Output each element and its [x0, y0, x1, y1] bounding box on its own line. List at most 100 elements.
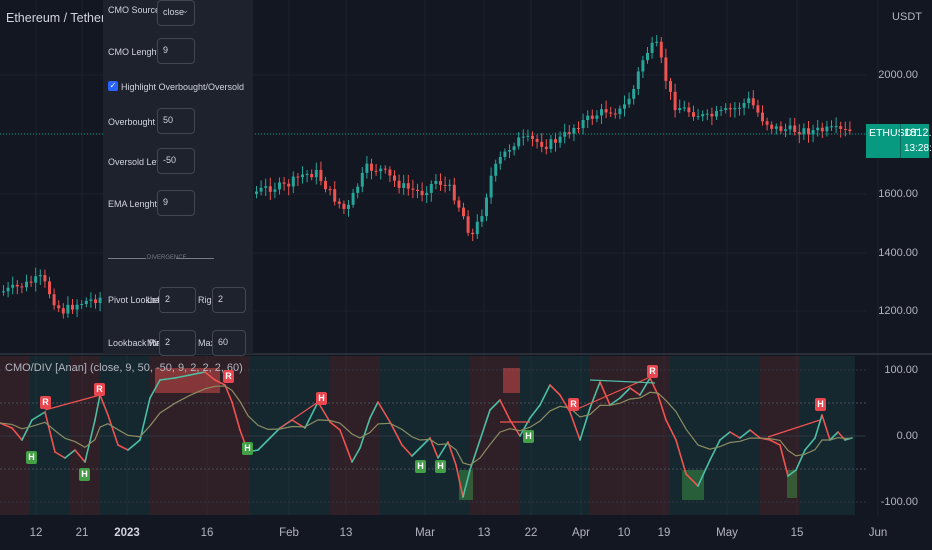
- hidden-bullish-label: H: [523, 430, 534, 443]
- candle-body: [770, 124, 774, 129]
- candle-body: [646, 52, 649, 61]
- candle-body: [678, 108, 682, 111]
- oversold-input[interactable]: -50: [157, 148, 195, 174]
- hidden-bullish-label: H: [435, 460, 446, 473]
- candle-body: [333, 189, 337, 202]
- ema-length-input[interactable]: 9: [157, 190, 195, 216]
- candle-body: [747, 98, 751, 104]
- candle-body: [834, 126, 838, 128]
- candle-body: [71, 304, 74, 310]
- time-axis-label: 15: [790, 527, 804, 539]
- cmo-source-select[interactable]: close ⌄: [157, 0, 195, 26]
- candle-body: [52, 294, 56, 306]
- candle-body: [655, 41, 659, 43]
- candle-body: [784, 129, 787, 131]
- candle-body: [370, 163, 373, 171]
- candle-body: [25, 281, 28, 288]
- time-axis-label: Mar: [415, 527, 435, 539]
- candle-body: [498, 156, 502, 164]
- candle-body: [296, 176, 300, 178]
- candle-body: [577, 128, 580, 130]
- candle-body: [268, 186, 272, 192]
- time-axis-label: 22: [524, 527, 538, 539]
- candle-body: [57, 305, 61, 309]
- bearish-divergence-label: R: [568, 398, 579, 411]
- candle-body: [443, 184, 447, 186]
- candle-body: [788, 125, 792, 130]
- candle-body: [669, 80, 672, 92]
- highlight-checkbox[interactable]: ✓: [108, 81, 118, 91]
- time-axis-label: 13: [477, 527, 491, 539]
- candle-body: [365, 163, 369, 173]
- candle-body: [475, 221, 479, 235]
- pivot-left-input[interactable]: 2: [159, 287, 196, 313]
- osc-axis-tick: -100.00: [880, 496, 918, 508]
- price-tag-countdown: 13:28:55: [904, 143, 932, 154]
- candle-body: [374, 170, 378, 172]
- candle-body: [328, 189, 332, 191]
- candle-body: [379, 168, 383, 172]
- time-axis-label: Feb: [279, 527, 299, 539]
- range-min-input[interactable]: 2: [159, 330, 196, 356]
- candle-body: [397, 180, 401, 188]
- candle-body: [6, 287, 10, 292]
- candle-body: [471, 232, 475, 235]
- overbought-input[interactable]: 50: [157, 108, 195, 134]
- osc-axis-tick: 0.00: [896, 430, 918, 442]
- candle-body: [503, 151, 507, 157]
- cmo-length-input[interactable]: 9: [157, 38, 195, 64]
- candle-body: [485, 197, 488, 217]
- candle-body: [632, 88, 636, 99]
- candle-body: [613, 113, 617, 115]
- divider-line: [176, 258, 214, 259]
- candle-body: [765, 121, 769, 125]
- last-price-tag: ETHUSDT 1812.32 13:28:55: [866, 124, 932, 158]
- time-axis-label: 12: [29, 527, 43, 539]
- candle-body: [751, 98, 755, 106]
- candle-body: [508, 150, 511, 152]
- price-tag-divider: [900, 124, 901, 158]
- candle-body: [664, 57, 668, 81]
- candle-body: [590, 115, 594, 119]
- indicator-title[interactable]: CMO/DIV [Anan] (close, 9, 50, -50, 9, 2,…: [5, 362, 243, 374]
- candle-body: [830, 126, 833, 128]
- candle-body: [416, 189, 419, 191]
- candle-body: [595, 115, 599, 119]
- time-axis-label: 19: [657, 527, 671, 539]
- candle-body: [273, 189, 277, 192]
- time-axis-label: Apr: [572, 527, 590, 539]
- candle-body: [452, 184, 456, 201]
- candle-body: [356, 186, 360, 193]
- oversold-zone: [787, 470, 797, 498]
- cmo-oscillator: [0, 356, 866, 515]
- candle-body: [494, 163, 498, 176]
- candle-body: [517, 137, 521, 147]
- candle-body: [581, 120, 585, 129]
- overbought-zone: [503, 368, 520, 393]
- candle-body: [98, 297, 102, 304]
- bearish-divergence-label: R: [647, 365, 658, 378]
- pivot-right-input[interactable]: 2: [212, 287, 246, 313]
- candle-body: [434, 181, 438, 184]
- candle-body: [89, 299, 93, 301]
- range-max-input[interactable]: 60: [212, 330, 246, 356]
- time-axis-label: 13: [339, 527, 353, 539]
- bearish-divergence-label: R: [94, 383, 105, 396]
- cmo-length-label: CMO Lenght: [108, 47, 160, 57]
- candle-body: [66, 304, 70, 314]
- price-axis-tick: 1400.00: [878, 247, 918, 259]
- candle-body: [650, 42, 654, 53]
- candle-body: [609, 112, 613, 114]
- candle-body: [572, 128, 576, 134]
- candle-body: [29, 281, 33, 283]
- candle-body: [337, 201, 341, 204]
- candle-body: [480, 216, 484, 222]
- time-axis-label: Jun: [868, 527, 888, 539]
- candle-body: [636, 71, 640, 89]
- candle-body: [393, 175, 396, 181]
- candle-body: [43, 275, 47, 282]
- candle-body: [761, 112, 764, 122]
- candle-body: [526, 135, 530, 137]
- divider-line: [108, 258, 146, 259]
- candle-body: [843, 128, 847, 130]
